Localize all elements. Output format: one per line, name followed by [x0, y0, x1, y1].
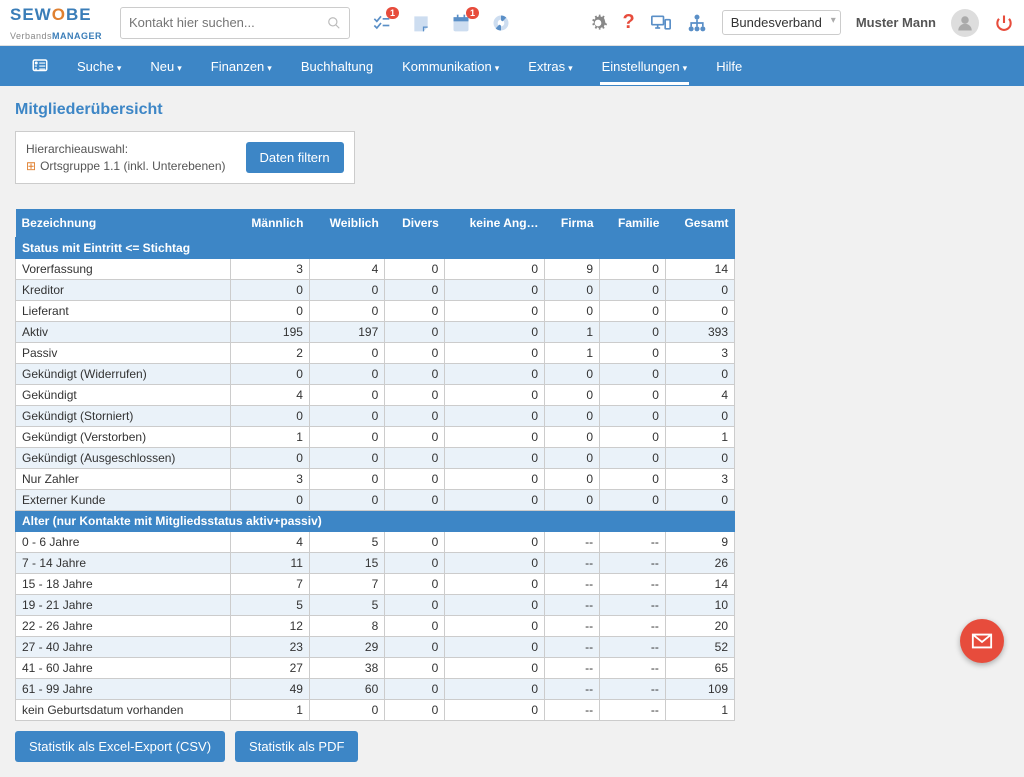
menu-neu[interactable]: Neu	[148, 48, 183, 85]
col-header: keine Ang…	[445, 209, 545, 238]
col-header: Firma	[545, 209, 600, 238]
table-row: Lieferant0000000	[16, 301, 735, 322]
org-selector[interactable]: Bundesverband	[722, 10, 841, 35]
menu-einstellungen[interactable]: Einstellungen	[600, 48, 690, 85]
table-row: Gekündigt4000004	[16, 385, 735, 406]
tasks-badge: 1	[386, 7, 399, 19]
table-row: 27 - 40 Jahre232900----52	[16, 637, 735, 658]
hierarchy-value[interactable]: ⊞Ortsgruppe 1.1 (inkl. Unterebenen)	[26, 159, 226, 173]
calendar-icon[interactable]: 1	[450, 12, 472, 34]
export-pdf-button[interactable]: Statistik als PDF	[235, 731, 358, 762]
menu-suche[interactable]: Suche	[75, 48, 123, 85]
table-row: Aktiv1951970010393	[16, 322, 735, 343]
filter-panel: Hierarchieauswahl: ⊞Ortsgruppe 1.1 (inkl…	[15, 131, 355, 184]
lifebuoy-icon[interactable]	[490, 12, 512, 34]
table-row: Gekündigt (Verstorben)1000001	[16, 427, 735, 448]
filter-button[interactable]: Daten filtern	[246, 142, 344, 173]
table-row: Passiv2000103	[16, 343, 735, 364]
table-row: Externer Kunde0000000	[16, 490, 735, 511]
table-row: kein Geburtsdatum vorhanden1000----1	[16, 700, 735, 721]
table-row: Gekündigt (Widerrufen)0000000	[16, 364, 735, 385]
table-row: 22 - 26 Jahre12800----20	[16, 616, 735, 637]
table-row: Kreditor0000000	[16, 280, 735, 301]
search-icon[interactable]	[327, 16, 341, 30]
table-row: 0 - 6 Jahre4500----9	[16, 532, 735, 553]
section-header: Alter (nur Kontakte mit Mitgliedsstatus …	[16, 511, 735, 532]
logout-icon[interactable]	[994, 13, 1014, 33]
table-row: Nur Zahler3000003	[16, 469, 735, 490]
col-header: Gesamt	[665, 209, 734, 238]
hierarchy-icon[interactable]	[687, 13, 707, 33]
devices-icon[interactable]	[650, 13, 672, 33]
col-header: Bezeichnung	[16, 209, 231, 238]
table-row: Gekündigt (Storniert)0000000	[16, 406, 735, 427]
table-row: 19 - 21 Jahre5500----10	[16, 595, 735, 616]
menu-buchhaltung[interactable]: Buchhaltung	[299, 48, 375, 85]
note-icon[interactable]	[410, 12, 432, 34]
search-input[interactable]	[129, 15, 327, 30]
settings-icon[interactable]	[588, 13, 608, 33]
app-logo: SEWOBE VerbandsMANAGER	[10, 5, 110, 41]
page-title: Mitgliederübersicht	[15, 101, 1009, 119]
col-header: Männlich	[231, 209, 310, 238]
menu-kommunikation[interactable]: Kommunikation	[400, 48, 501, 85]
tasks-icon[interactable]: 1	[370, 12, 392, 34]
global-search[interactable]	[120, 7, 350, 39]
table-row: 15 - 18 Jahre7700----14	[16, 574, 735, 595]
tree-icon: ⊞	[26, 159, 36, 173]
col-header: Weiblich	[309, 209, 384, 238]
statistics-table: BezeichnungMännlichWeiblichDiverskeine A…	[15, 209, 735, 721]
col-header: Divers	[385, 209, 445, 238]
main-menu: Suche Neu Finanzen Buchhaltung Kommunika…	[0, 46, 1024, 86]
user-name: Muster Mann	[856, 15, 936, 30]
col-header: Familie	[600, 209, 666, 238]
user-avatar[interactable]	[951, 9, 979, 37]
home-icon[interactable]	[30, 57, 50, 75]
table-row: 41 - 60 Jahre273800----65	[16, 658, 735, 679]
table-row: 7 - 14 Jahre111500----26	[16, 553, 735, 574]
menu-finanzen[interactable]: Finanzen	[209, 48, 274, 85]
table-row: 61 - 99 Jahre496000----109	[16, 679, 735, 700]
table-row: Gekündigt (Ausgeschlossen)0000000	[16, 448, 735, 469]
contact-fab[interactable]	[960, 619, 1004, 663]
table-row: Vorerfassung34009014	[16, 259, 735, 280]
section-header: Status mit Eintritt <= Stichtag	[16, 238, 735, 259]
calendar-badge: 1	[466, 7, 479, 19]
export-csv-button[interactable]: Statistik als Excel-Export (CSV)	[15, 731, 225, 762]
help-icon[interactable]: ?	[623, 11, 635, 34]
menu-hilfe[interactable]: Hilfe	[714, 48, 744, 85]
hierarchy-label: Hierarchieauswahl:	[26, 142, 226, 156]
menu-extras[interactable]: Extras	[526, 48, 574, 85]
